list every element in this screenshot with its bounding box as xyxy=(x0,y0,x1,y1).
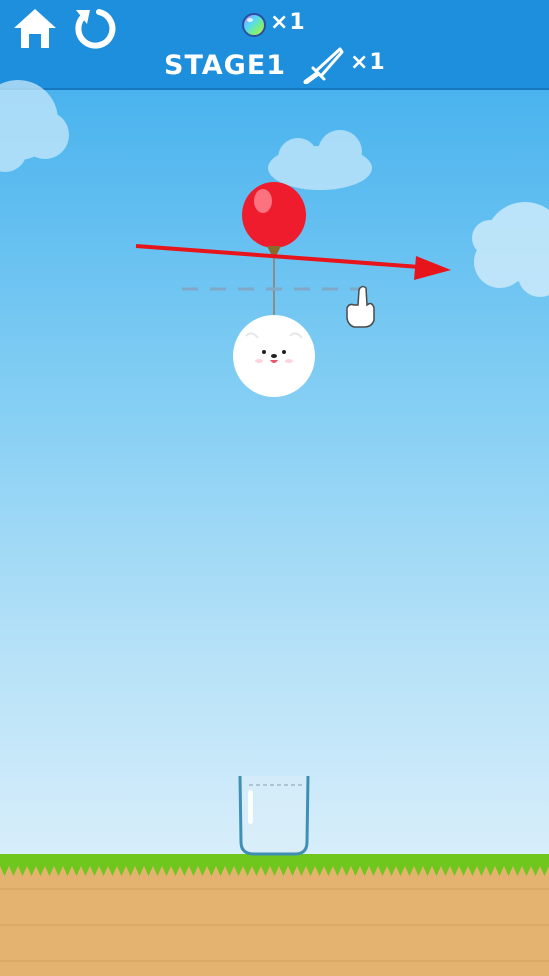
knife-icon xyxy=(303,47,344,84)
restart-button[interactable] xyxy=(70,6,116,52)
restart-icon xyxy=(75,9,116,49)
ground xyxy=(0,854,549,976)
orb-count: ×1 xyxy=(270,10,306,35)
knife-count: ×1 xyxy=(350,50,386,75)
home-icon xyxy=(14,9,56,48)
white-dog-character[interactable] xyxy=(233,315,315,397)
stage-label: STAGE1 xyxy=(164,50,287,81)
home-button[interactable] xyxy=(12,6,58,52)
rainbow-orb-icon xyxy=(242,13,266,37)
glass-cup[interactable] xyxy=(238,775,310,856)
grass xyxy=(0,854,549,876)
